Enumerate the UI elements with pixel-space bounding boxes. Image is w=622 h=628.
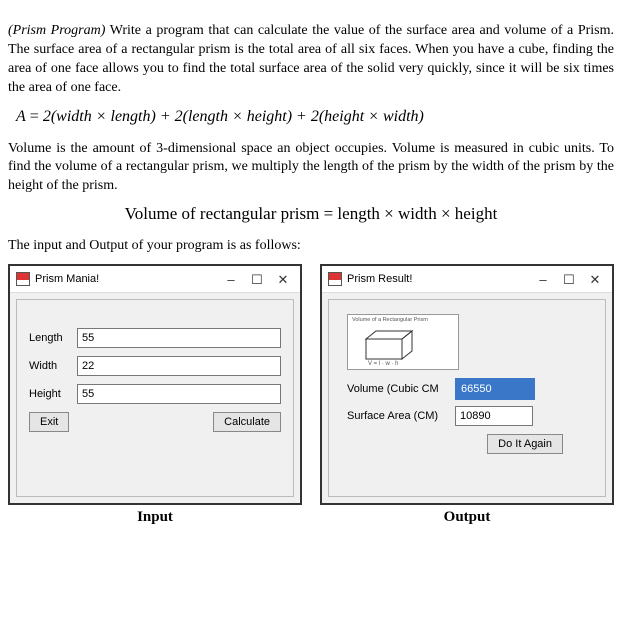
do-it-again-button[interactable]: Do It Again: [487, 434, 563, 454]
height-input[interactable]: 55: [77, 384, 281, 404]
formula-A: A: [16, 108, 26, 125]
input-column-label: Input: [8, 509, 302, 526]
exit-button[interactable]: Exit: [29, 412, 69, 432]
volume-label: Volume (Cubic CM: [347, 383, 455, 395]
formula-equals: =: [26, 108, 43, 125]
output-window: Prism Result! – ☐ ✕ Volume of a Rectangu…: [320, 264, 614, 505]
volume-formula: Volume of rectangular prism = length × w…: [8, 204, 614, 224]
surface-area-label: Surface Area (CM): [347, 410, 455, 422]
calculate-button[interactable]: Calculate: [213, 412, 281, 432]
minimize-button[interactable]: –: [536, 273, 550, 286]
formula-body: 2(width × length) + 2(length × height) +…: [43, 108, 424, 125]
input-window: Prism Mania! – ☐ ✕ Length 55 Width 22: [8, 264, 302, 505]
app-icon: [328, 272, 342, 286]
width-label: Width: [29, 360, 77, 372]
height-label: Height: [29, 388, 77, 400]
output-window-title: Prism Result!: [347, 273, 536, 285]
width-input[interactable]: 22: [77, 356, 281, 376]
minimize-button[interactable]: –: [224, 273, 238, 286]
surface-area-output[interactable]: 10890: [455, 406, 533, 426]
app-icon: [16, 272, 30, 286]
diagram-caption-top: Volume of a Rectangular Prism: [352, 317, 428, 323]
diagram-caption-bottom: V = l · w · h: [368, 361, 399, 367]
surface-area-formula: A = 2(width × length) + 2(length × heigh…: [8, 108, 614, 126]
length-label: Length: [29, 332, 77, 344]
close-button[interactable]: ✕: [588, 273, 602, 286]
maximize-button[interactable]: ☐: [562, 273, 576, 286]
input-titlebar: Prism Mania! – ☐ ✕: [10, 266, 300, 293]
input-window-title: Prism Mania!: [35, 273, 224, 285]
intro-paragraph-1: (Prism Program) Write a program that can…: [8, 22, 614, 98]
output-titlebar: Prism Result! – ☐ ✕: [322, 266, 612, 293]
maximize-button[interactable]: ☐: [250, 273, 264, 286]
output-column-label: Output: [320, 509, 614, 526]
length-input[interactable]: 55: [77, 328, 281, 348]
io-label: The input and Output of your program is …: [8, 238, 614, 254]
prism-diagram: Volume of a Rectangular Prism V = l · w …: [347, 314, 459, 370]
intro-paragraph-2: Volume is the amount of 3-dimensional sp…: [8, 140, 614, 197]
volume-output[interactable]: 66550: [455, 378, 535, 400]
close-button[interactable]: ✕: [276, 273, 290, 286]
program-title: (Prism Program): [8, 23, 105, 38]
prism-icon: [362, 329, 422, 363]
